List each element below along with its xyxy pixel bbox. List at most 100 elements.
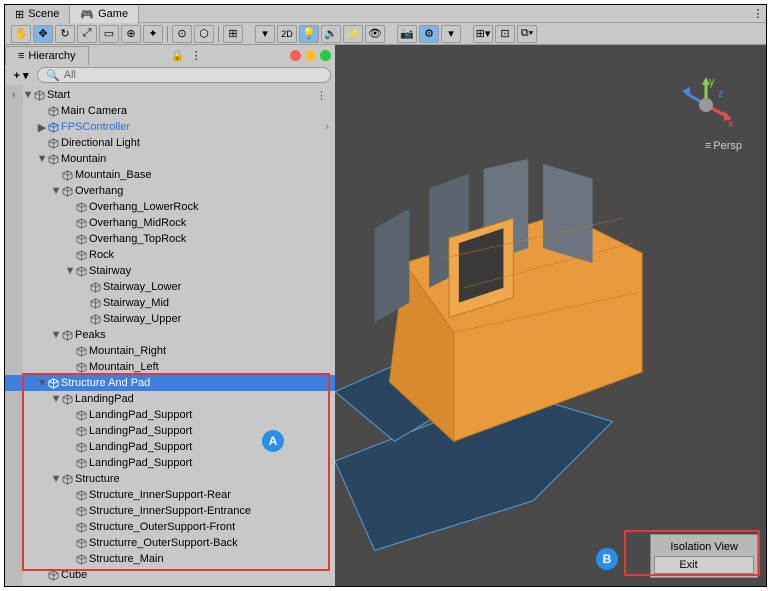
tool-move[interactable]: ✥ [33,25,53,43]
visibility-icon[interactable] [7,487,23,503]
tool-snap[interactable]: ⧉▾ [517,25,537,43]
tool-draw-mode[interactable]: ▾ [255,25,275,43]
visibility-icon[interactable] [7,311,23,327]
visibility-icon[interactable] [7,135,23,151]
hierarchy-tree[interactable]: ◐▼Start⋮Main Camera▶FPSController›Direct… [5,85,335,586]
tab-scene[interactable]: ⊞ Scene [5,5,70,23]
visibility-icon[interactable] [7,119,23,135]
visibility-icon[interactable] [7,519,23,535]
tool-fx[interactable]: ✨ [343,25,363,43]
tool-custom[interactable]: ✦ [143,25,163,43]
visibility-icon[interactable] [7,263,23,279]
lock-icon[interactable]: 🔒 [171,49,181,62]
hierarchy-item[interactable]: Directional Light [5,135,335,151]
tool-lighting[interactable]: 💡 [299,25,319,43]
hierarchy-item[interactable]: Rock [5,247,335,263]
expand-arrow[interactable]: ▼ [37,153,47,165]
search-input[interactable]: 🔍 All [37,67,331,83]
tool-pivot[interactable]: ⊙ [172,25,192,43]
projection-label[interactable]: ≡Persp [705,140,742,152]
expand-arrow[interactable]: ▼ [51,473,61,485]
visibility-icon[interactable] [7,359,23,375]
expand-arrow[interactable]: ▼ [51,329,61,341]
hierarchy-item[interactable]: Structure_InnerSupport-Entrance [5,503,335,519]
hierarchy-item[interactable]: Overhang_LowerRock [5,199,335,215]
hierarchy-item[interactable]: LandingPad_Support [5,455,335,471]
hierarchy-item[interactable]: ◐▼Start⋮ [5,87,335,103]
hierarchy-item[interactable]: ▶FPSController› [5,119,335,135]
visibility-icon[interactable] [7,503,23,519]
hierarchy-item[interactable]: Cube [5,567,335,583]
visibility-icon[interactable] [7,391,23,407]
tool-layers[interactable]: ▾ [441,25,461,43]
minimize-icon[interactable] [305,50,316,61]
visibility-icon[interactable] [7,375,23,391]
tab-game[interactable]: 🎮 Game [70,5,139,23]
hierarchy-item[interactable]: Structure_Main [5,551,335,567]
hierarchy-item[interactable]: LandingPad_Support [5,439,335,455]
visibility-icon[interactable] [7,551,23,567]
item-menu-icon[interactable]: ⋮ [316,89,335,102]
visibility-icon[interactable] [7,343,23,359]
tool-camera[interactable]: 📷 [397,25,417,43]
hierarchy-item[interactable]: Stairway_Mid [5,295,335,311]
visibility-icon[interactable] [7,103,23,119]
tool-local[interactable]: ⬡ [194,25,214,43]
maximize-icon[interactable] [320,50,331,61]
hierarchy-item[interactable]: Main Camera [5,103,335,119]
hierarchy-item[interactable]: Stairway_Lower [5,279,335,295]
hierarchy-item[interactable]: ▼Overhang [5,183,335,199]
hierarchy-item[interactable]: Structure_OuterSupport-Front [5,519,335,535]
visibility-icon[interactable] [7,199,23,215]
visibility-icon[interactable] [7,295,23,311]
tool-gizmos[interactable]: ⚙ [419,25,439,43]
visibility-icon[interactable] [7,471,23,487]
expand-arrow[interactable]: ▼ [65,265,75,277]
hierarchy-item[interactable]: ▼Stairway [5,263,335,279]
hierarchy-item[interactable]: ▼Peaks [5,327,335,343]
visibility-icon[interactable] [7,407,23,423]
hierarchy-item[interactable]: Structure_InnerSupport-Rear [5,487,335,503]
expand-arrow[interactable]: ▼ [51,393,61,405]
expand-arrow[interactable]: ▶ [37,121,47,134]
tool-rect[interactable]: ▭ [99,25,119,43]
hierarchy-tab[interactable]: ≡ Hierarchy [5,46,89,65]
tool-snap-inc[interactable]: ⊡ [495,25,515,43]
expand-arrow[interactable]: ▼ [37,377,47,389]
exit-isolation-button[interactable]: Exit [654,556,754,574]
visibility-icon[interactable] [7,327,23,343]
hierarchy-item[interactable]: Mountain_Right [5,343,335,359]
expand-arrow[interactable]: ▼ [23,89,33,101]
visibility-icon[interactable] [7,439,23,455]
visibility-icon[interactable] [7,423,23,439]
hierarchy-item[interactable]: Stairway_Upper [5,311,335,327]
hierarchy-item[interactable]: Overhang_TopRock [5,231,335,247]
tool-2d[interactable]: 2D [277,25,297,43]
hierarchy-item[interactable]: ▼Structure And Pad [5,375,335,391]
tool-transform[interactable]: ⊕ [121,25,141,43]
visibility-icon[interactable]: ◐ [7,87,23,103]
visibility-icon[interactable] [7,167,23,183]
hierarchy-item[interactable]: Mountain_Base [5,167,335,183]
hierarchy-item[interactable]: Overhang_MidRock [5,215,335,231]
orientation-gizmo[interactable]: y x z [676,75,736,135]
visibility-icon[interactable] [7,231,23,247]
tool-hand[interactable]: ✋ [11,25,31,43]
visibility-icon[interactable] [7,535,23,551]
visibility-icon[interactable] [7,567,23,583]
tool-rotate[interactable]: ↻ [55,25,75,43]
visibility-icon[interactable] [7,455,23,471]
chevron-right-icon[interactable]: › [325,121,335,133]
hierarchy-item[interactable]: LandingPad_Support [5,407,335,423]
visibility-icon[interactable] [7,247,23,263]
hierarchy-item[interactable]: ▼Structure [5,471,335,487]
hierarchy-item[interactable]: LandingPad_Support [5,423,335,439]
hierarchy-item[interactable]: ▼Mountain [5,151,335,167]
visibility-icon[interactable] [7,279,23,295]
tool-grid-snap[interactable]: ⊞ [223,25,243,43]
hierarchy-item[interactable]: Mountain_Left [5,359,335,375]
tool-grid-toggle[interactable]: ⊞▾ [473,25,493,43]
visibility-icon[interactable] [7,215,23,231]
panel-menu-icon[interactable]: ⋮ [191,49,202,62]
hierarchy-item[interactable]: Structurre_OuterSupport-Back [5,535,335,551]
